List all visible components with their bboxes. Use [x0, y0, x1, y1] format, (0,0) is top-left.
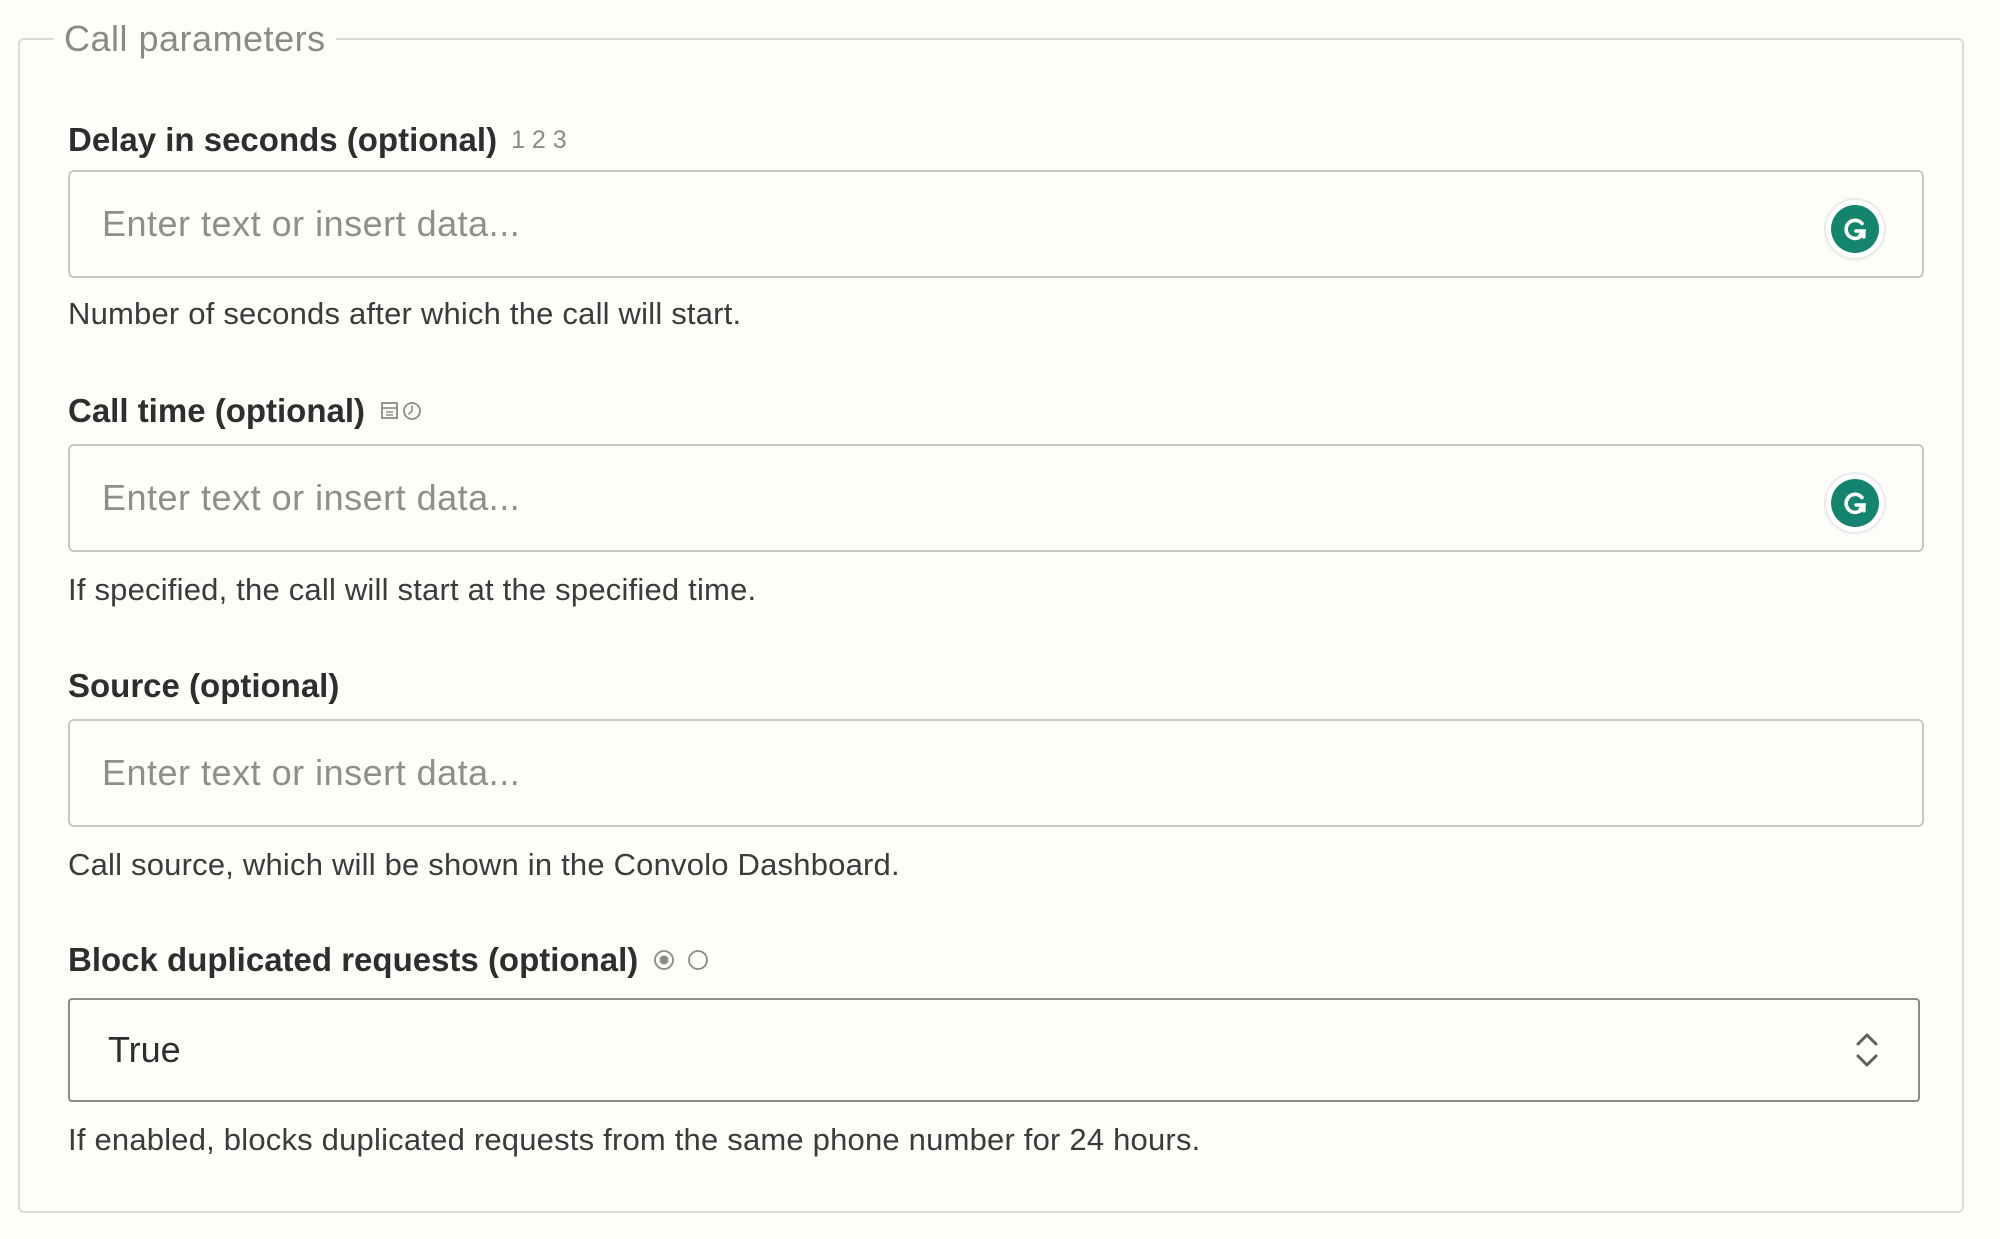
- block-duplicates-field: Block duplicated requests (optional) Tru…: [68, 938, 1924, 1157]
- delay-input[interactable]: [102, 172, 1802, 276]
- block-duplicates-select[interactable]: True: [68, 998, 1920, 1102]
- delay-label-row: Delay in seconds (optional) 1 2 3: [68, 118, 1924, 162]
- grammarly-icon[interactable]: [1826, 200, 1884, 258]
- number-type-hint: 1 2 3: [511, 125, 567, 154]
- source-label-row: Source (optional): [68, 664, 1924, 708]
- source-help-text: Call source, which will be shown in the …: [68, 847, 900, 882]
- source-label: Source (optional): [68, 667, 340, 704]
- call-parameters-page: Call parameters Delay in seconds (option…: [0, 0, 2000, 1239]
- delay-input-box[interactable]: [68, 170, 1924, 278]
- calendar-clock-icon: [379, 398, 425, 424]
- select-value: True: [108, 1029, 181, 1070]
- call-time-label-row: Call time (optional): [68, 389, 1924, 433]
- delay-label: Delay in seconds (optional): [68, 121, 498, 158]
- delay-field: Delay in seconds (optional) 1 2 3 Number…: [68, 118, 1924, 331]
- block-duplicates-label: Block duplicated requests (optional): [68, 941, 639, 978]
- source-field: Source (optional) Call source, which wil…: [68, 664, 1924, 882]
- call-time-label: Call time (optional): [68, 392, 365, 429]
- call-time-field: Call time (optional) Enter text or inser…: [68, 389, 1924, 607]
- grammarly-icon[interactable]: [1826, 474, 1884, 532]
- call-time-help-text: If specified, the call will start at the…: [68, 572, 757, 607]
- radio-boolean-icon: [652, 947, 714, 973]
- delay-help-text: Number of seconds after which the call w…: [68, 296, 742, 331]
- call-time-input-box[interactable]: [68, 444, 1924, 552]
- chevron-updown-icon: [1856, 1033, 1878, 1067]
- block-duplicates-label-row: Block duplicated requests (optional): [68, 938, 1924, 982]
- fieldset-legend: Call parameters: [54, 16, 336, 62]
- block-duplicates-help-text: If enabled, blocks duplicated requests f…: [68, 1122, 1201, 1157]
- source-input-box[interactable]: [68, 719, 1924, 827]
- source-input[interactable]: [102, 721, 1802, 825]
- call-time-input[interactable]: [102, 446, 1802, 550]
